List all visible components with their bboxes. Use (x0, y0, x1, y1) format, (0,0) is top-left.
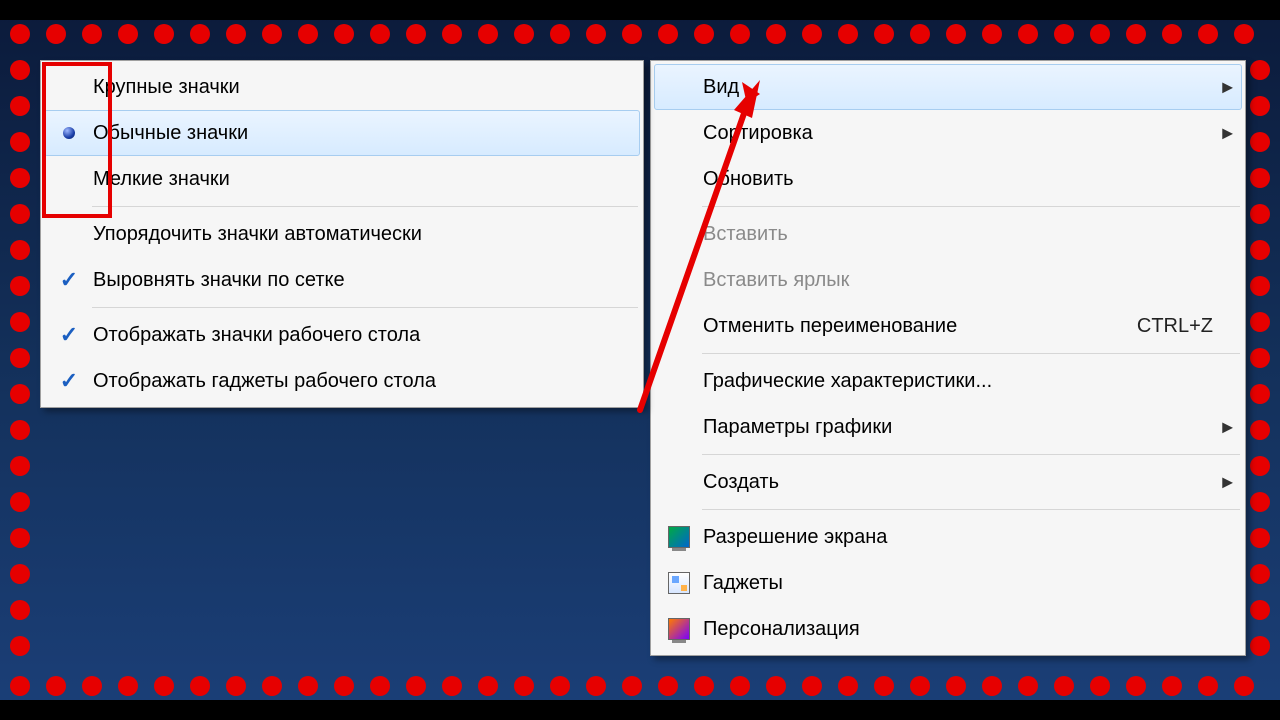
menu-item-label: Параметры графики (703, 416, 1241, 439)
menu-item-gutter (45, 127, 93, 139)
menu-item-gutter (655, 526, 703, 548)
menu-item-label: Вставить (703, 223, 1241, 246)
menu-item-gutter: ✓ (45, 370, 93, 392)
menu-item-gutter: ✓ (45, 269, 93, 291)
context-menu-item-14[interactable]: Гаджеты (654, 560, 1242, 606)
menu-item-label: Создать (703, 471, 1241, 494)
letterbox-top (0, 0, 1280, 20)
menu-item-label: Вид (703, 76, 1241, 99)
context-menu-item-4: Вставить (654, 211, 1242, 257)
view-submenu-item-4[interactable]: Упорядочить значки автоматически (44, 211, 640, 257)
radio-bullet-icon (63, 127, 75, 139)
monitor-icon (668, 526, 690, 548)
menu-item-label: Персонализация (703, 618, 1241, 641)
context-menu-item-1[interactable]: Сортировка▶ (654, 110, 1242, 156)
check-icon: ✓ (60, 269, 78, 291)
menu-item-gutter: ✓ (45, 324, 93, 346)
menu-item-label: Крупные значки (93, 76, 639, 99)
view-submenu-separator (92, 307, 638, 308)
menu-item-gutter (655, 618, 703, 640)
menu-item-label: Разрешение экрана (703, 526, 1241, 549)
view-submenu-item-0[interactable]: Крупные значки (44, 64, 640, 110)
submenu-arrow-icon: ▶ (1222, 474, 1233, 491)
context-menu-item-0[interactable]: Вид▶ (654, 64, 1242, 110)
view-submenu[interactable]: Крупные значки Обычные значки Мелкие значк… (40, 60, 644, 408)
view-submenu-separator (92, 206, 638, 207)
submenu-arrow-icon: ▶ (1222, 125, 1233, 142)
view-submenu-item-7[interactable]: ✓ Отображать значки рабочего стола (44, 312, 640, 358)
desktop-stage: Вид▶Сортировка▶ОбновитьВставитьВставить … (0, 0, 1280, 720)
view-submenu-item-8[interactable]: ✓ Отображать гаджеты рабочего стола (44, 358, 640, 404)
context-menu-item-15[interactable]: Персонализация (654, 606, 1242, 652)
context-menu-item-2[interactable]: Обновить (654, 156, 1242, 202)
menu-item-label: Обычные значки (93, 122, 639, 145)
submenu-arrow-icon: ▶ (1222, 419, 1233, 436)
check-icon: ✓ (60, 324, 78, 346)
letterbox-bottom (0, 700, 1280, 720)
menu-item-label: Выровнять значки по сетке (93, 269, 639, 292)
context-menu-separator (702, 353, 1240, 354)
menu-item-label: Отображать гаджеты рабочего стола (93, 370, 639, 393)
context-menu-separator (702, 509, 1240, 510)
desktop-context-menu[interactable]: Вид▶Сортировка▶ОбновитьВставитьВставить … (650, 60, 1246, 656)
view-submenu-item-1[interactable]: Обычные значки (44, 110, 640, 156)
menu-item-label: Отменить переименование (703, 315, 1137, 338)
menu-item-label: Графические характеристики... (703, 370, 1241, 393)
gadget-icon (668, 572, 690, 594)
submenu-arrow-icon: ▶ (1222, 79, 1233, 96)
menu-item-label: Отображать значки рабочего стола (93, 324, 639, 347)
menu-item-label: Вставить ярлык (703, 269, 1241, 292)
menu-item-label: Сортировка (703, 122, 1241, 145)
context-menu-item-5: Вставить ярлык (654, 257, 1242, 303)
context-menu-separator (702, 206, 1240, 207)
menu-item-label: Гаджеты (703, 572, 1241, 595)
menu-item-label: Упорядочить значки автоматически (93, 223, 639, 246)
context-menu-item-8[interactable]: Графические характеристики... (654, 358, 1242, 404)
context-menu-item-6[interactable]: Отменить переименованиеCTRL+Z (654, 303, 1242, 349)
context-menu-item-13[interactable]: Разрешение экрана (654, 514, 1242, 560)
person-icon (668, 618, 690, 640)
view-submenu-item-5[interactable]: ✓ Выровнять значки по сетке (44, 257, 640, 303)
view-submenu-item-2[interactable]: Мелкие значки (44, 156, 640, 202)
context-menu-separator (702, 454, 1240, 455)
menu-item-gutter (655, 572, 703, 594)
menu-item-label: Обновить (703, 168, 1241, 191)
menu-item-accelerator: CTRL+Z (1137, 315, 1241, 338)
context-menu-item-11[interactable]: Создать▶ (654, 459, 1242, 505)
check-icon: ✓ (60, 370, 78, 392)
menu-item-label: Мелкие значки (93, 168, 639, 191)
context-menu-item-9[interactable]: Параметры графики▶ (654, 404, 1242, 450)
